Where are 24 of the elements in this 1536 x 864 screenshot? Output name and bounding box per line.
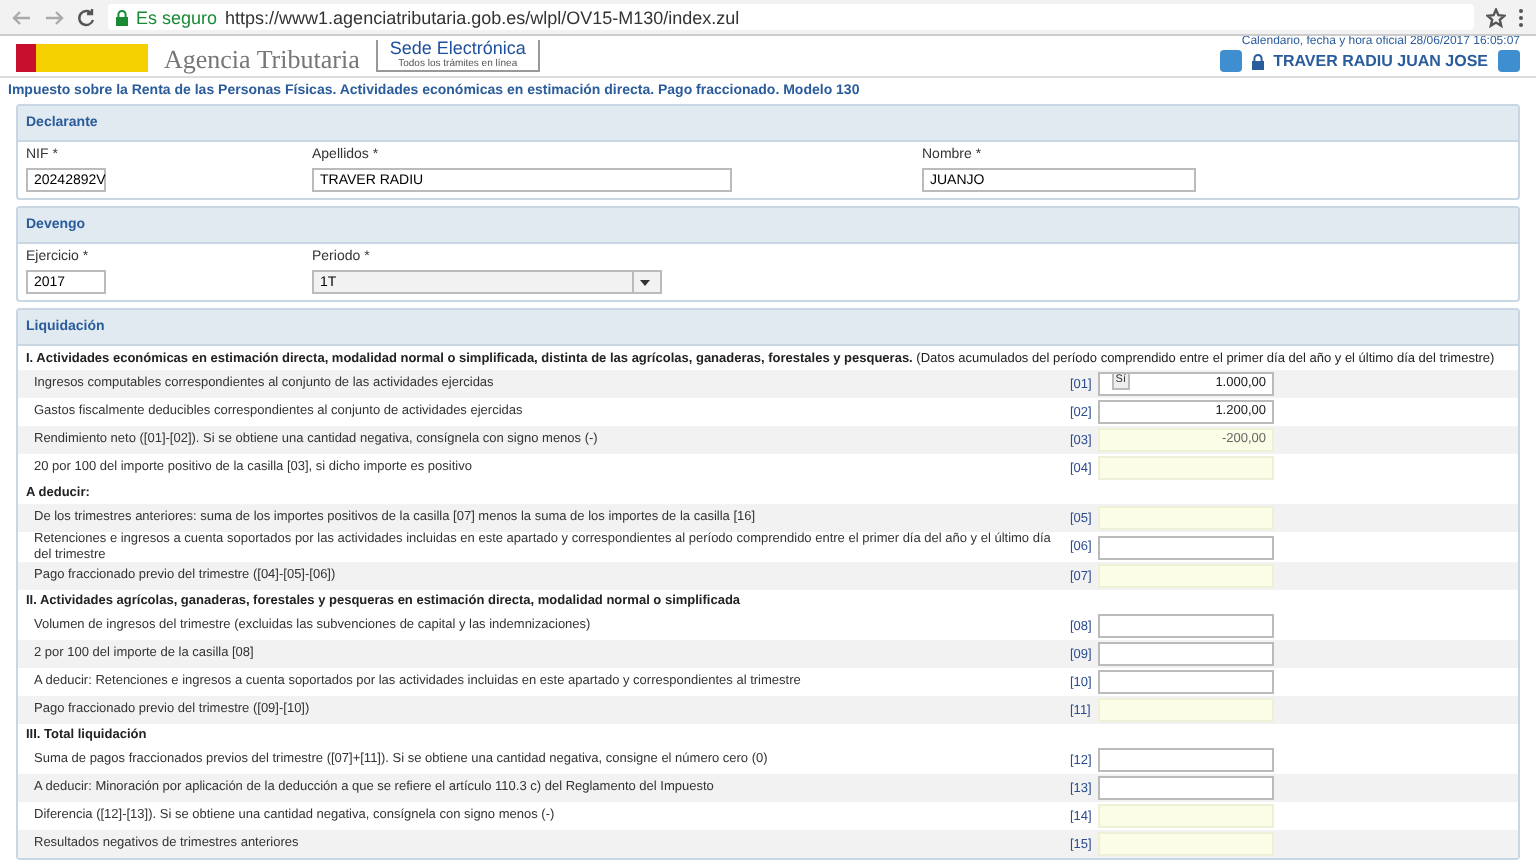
reload-icon[interactable] bbox=[76, 7, 96, 27]
amount-field[interactable] bbox=[1098, 614, 1274, 638]
computed-field[interactable] bbox=[1098, 698, 1274, 722]
computed-field[interactable] bbox=[1098, 506, 1274, 530]
computed-field[interactable] bbox=[1098, 564, 1274, 588]
lock-icon bbox=[1251, 53, 1264, 69]
amount-field[interactable] bbox=[1098, 776, 1274, 800]
amount-field[interactable] bbox=[1098, 748, 1274, 772]
amount-field[interactable] bbox=[1098, 670, 1274, 694]
forward-icon[interactable] bbox=[44, 7, 64, 27]
user-name: TRAVER RADIU JUAN JOSE bbox=[1273, 52, 1488, 70]
star-icon[interactable] bbox=[1486, 7, 1506, 27]
computed-field[interactable] bbox=[1098, 832, 1274, 856]
amount-field[interactable] bbox=[1098, 642, 1274, 666]
computed-field[interactable] bbox=[1098, 456, 1274, 480]
computed-field[interactable] bbox=[1098, 804, 1274, 828]
back-icon[interactable] bbox=[12, 7, 32, 27]
lock-icon bbox=[116, 9, 128, 25]
menu-icon[interactable] bbox=[1518, 7, 1524, 27]
address-bar[interactable]: Es seguro https://www1.agenciatributaria.gob.es/wlpl/OV15-M130/index.zul bbox=[108, 4, 1474, 30]
amount-field[interactable] bbox=[1098, 535, 1274, 559]
agency-name: Agencia Tributaria bbox=[164, 46, 360, 72]
government-logo bbox=[16, 44, 148, 72]
caret-icon bbox=[639, 279, 649, 285]
